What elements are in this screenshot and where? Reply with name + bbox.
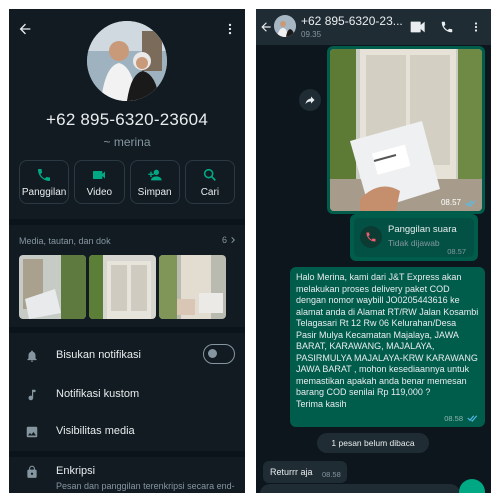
media-visibility-row[interactable]: Visibilitas media [9,415,245,451]
image-message-time: 08.57 [440,198,461,207]
call-action-button[interactable]: Panggilan [19,160,70,204]
back-arrow-icon[interactable] [259,20,273,34]
missed-call-message[interactable]: Panggilan suara Tidak dijawab 08.57 [350,214,478,261]
media-thumbnail[interactable] [89,255,156,319]
incoming-message-text: Returrr aja [270,467,313,477]
media-thumbnail[interactable] [19,255,86,319]
missed-call-icon [366,232,376,242]
video-action-button[interactable]: Video [74,160,125,204]
back-arrow-icon[interactable] [17,21,33,37]
mute-notifications-label: Bisukan notifikasi [56,349,141,361]
bell-icon [27,350,37,362]
save-action-label: Simpan [137,186,172,198]
incoming-message-time: 08.58 [322,470,341,479]
music-note-icon [28,389,36,401]
chat-avatar[interactable] [274,15,296,37]
call-status: Tidak dijawab [388,238,440,248]
video-call-icon[interactable] [410,21,426,33]
contact-header: +62 895-6320-23604 ~ merina Panggilan Vi… [9,9,245,212]
contact-info-panel: +62 895-6320-23604 ~ merina Panggilan Vi… [9,9,245,493]
custom-notifications-label: Notifikasi kustom [56,388,140,400]
lock-icon [27,465,37,478]
phone-icon [38,168,51,181]
read-receipt-icon [467,415,478,422]
media-thumbnail[interactable] [159,255,226,319]
message-text: Halo Merina, kami dari J&T Express akan … [296,272,479,409]
outgoing-text-message[interactable]: Halo Merina, kami dari J&T Express akan … [290,267,485,427]
voice-call-icon[interactable] [440,20,454,34]
text-message-time: 08.58 [444,414,463,423]
media-visibility-label: Visibilitas media [56,425,135,437]
encryption-label: Enkripsi [56,465,96,477]
call-time: 08.57 [447,247,466,256]
media-count-value: 6 [221,235,227,245]
more-options-icon[interactable] [223,21,237,37]
chat-panel: +62 895-6320-23... 09.35 08.57 Panggilan… [256,9,491,493]
video-icon [93,170,106,179]
contact-actions: Panggilan Video Simpan Cari [19,160,235,204]
chat-title[interactable]: +62 895-6320-23... [301,14,403,28]
call-title: Panggilan suara [388,224,457,235]
save-contact-button[interactable]: Simpan [129,160,180,204]
image-icon [26,426,38,438]
contact-phone: +62 895-6320-23604 [46,110,208,129]
add-person-icon [147,169,162,180]
mute-notifications-row[interactable]: Bisukan notifikasi [9,339,245,375]
video-action-label: Video [86,186,113,198]
incoming-text-message[interactable]: Returrr aja 08.58 [263,461,347,483]
media-section-title: Media, tautan, dan dok [19,236,111,246]
search-action-button[interactable]: Cari [184,160,235,204]
forward-icon [305,96,315,104]
mute-toggle[interactable] [203,344,235,364]
more-options-icon[interactable] [470,20,482,34]
missed-call-icon-wrap [360,226,382,248]
custom-notifications-row[interactable]: Notifikasi kustom [9,378,245,414]
call-action-label: Panggilan [21,186,67,198]
search-icon [203,168,216,181]
forward-button[interactable] [299,89,321,111]
outgoing-image-message[interactable]: 08.57 [327,46,485,214]
encryption-description: Pesan dan panggilan terenkripsi secara e… [56,481,235,491]
media-section[interactable]: Media, tautan, dan dok 6 [9,219,245,319]
media-count[interactable]: 6 [222,235,237,245]
chat-header: +62 895-6320-23... 09.35 [256,9,491,45]
media-thumbnails [19,255,226,319]
unread-messages-badge: 1 pesan belum dibaca [317,433,429,453]
search-action-label: Cari [200,186,220,198]
message-photo[interactable] [330,49,482,211]
read-receipt-icon [465,200,476,207]
chevron-right-icon [231,236,236,244]
contact-name: ~ merina [103,135,151,149]
encryption-row[interactable]: Enkripsi Pesan dan panggilan terenkripsi… [9,451,245,493]
settings-list: Bisukan notifikasi Notifikasi kustom Vis… [9,327,245,493]
chat-last-seen: 09.35 [301,30,322,39]
contact-avatar[interactable] [87,21,167,101]
message-input-bar[interactable] [260,484,460,493]
missed-call-card[interactable]: Panggilan suara Tidak dijawab 08.57 [354,218,474,257]
